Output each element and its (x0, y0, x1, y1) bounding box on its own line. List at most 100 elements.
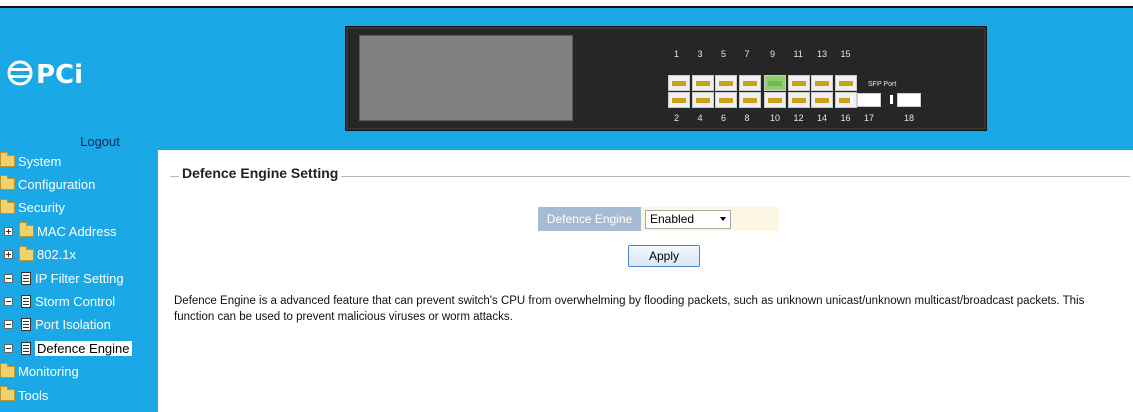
defence-engine-row: Defence Engine Enabled (538, 207, 779, 231)
port-1[interactable] (668, 75, 690, 91)
sidebar-item-security[interactable]: Security (0, 197, 65, 219)
sfp-port-label-18: 18 (904, 113, 915, 123)
bottom-port-label-6: 6 (721, 113, 727, 123)
bottom-port-label-4: 4 (697, 113, 703, 123)
sidebar-item-label: Defence Engine (35, 340, 132, 356)
port-led (719, 98, 733, 103)
sidebar-item-defence-engine[interactable]: Defence Engine (0, 337, 132, 359)
top-port-label-3: 3 (697, 49, 703, 59)
sidebar-item-label: System (18, 153, 62, 169)
dropdown-caret-icon (720, 217, 726, 221)
defence-engine-cell: Enabled (641, 207, 779, 231)
port-led (672, 81, 686, 86)
port-9[interactable] (764, 75, 786, 91)
sidebar-nav: System Configuration Security MAC Address 80… (0, 150, 158, 412)
port-led (768, 98, 782, 103)
folder-open-icon (0, 198, 15, 214)
port-led (719, 81, 733, 86)
sidebar-item-mac-address[interactable]: MAC Address (0, 220, 116, 242)
top-port-label-13: 13 (817, 49, 828, 59)
folder-icon (19, 245, 34, 261)
sidebar-item-label: Tools (18, 387, 49, 403)
bottom-port-label-16: 16 (840, 113, 851, 123)
port-10[interactable] (764, 92, 786, 108)
port-11[interactable] (787, 75, 810, 91)
sfp-port-17[interactable] (857, 93, 881, 107)
top-port-label-11: 11 (793, 49, 803, 59)
sidebar-item-configuration[interactable]: Configuration (0, 173, 95, 195)
sidebar-item-system[interactable]: System (0, 150, 61, 172)
defence-engine-value: Enabled (650, 212, 695, 226)
port-14[interactable] (811, 92, 833, 108)
collapse-minus-icon[interactable] (4, 343, 13, 353)
document-icon (21, 294, 31, 308)
port-led (742, 98, 757, 103)
sidebar-item-port-isolation[interactable]: Port Isolation (0, 314, 111, 336)
bottom-port-label-2: 2 (674, 113, 680, 123)
sfp-led (850, 95, 853, 104)
defence-engine-label: Defence Engine (538, 207, 641, 231)
port-8[interactable] (738, 92, 761, 108)
top-border (0, 0, 1133, 8)
sfp-port-18[interactable] (897, 93, 921, 107)
top-port-label-5: 5 (721, 49, 727, 59)
top-port-label-1: 1 (674, 49, 680, 59)
port-led (742, 81, 757, 86)
folder-icon (0, 362, 15, 378)
bottom-port-label-12: 12 (793, 113, 804, 123)
sfp-port-label: SFP Port (868, 81, 897, 88)
svg-text:PCi: PCi (36, 60, 83, 90)
sidebar-item-label: Port Isolation (35, 317, 111, 333)
apply-button[interactable]: Apply (628, 245, 700, 267)
sidebar-item-tools[interactable]: Tools (0, 384, 48, 406)
port-12[interactable] (787, 92, 810, 108)
port-led (768, 81, 782, 86)
main-content: Defence Engine Setting Defence Engine En… (158, 150, 1133, 412)
sidebar-item-storm-control[interactable]: Storm Control (0, 290, 115, 312)
port-led (695, 81, 710, 86)
pci-logo: PCi (6, 53, 116, 93)
port-15[interactable] (834, 75, 857, 91)
port-4[interactable] (691, 92, 714, 108)
folder-icon (0, 175, 15, 191)
port-led (815, 81, 829, 86)
port-7[interactable] (738, 75, 761, 91)
port-16[interactable] (834, 92, 857, 108)
collapse-minus-icon[interactable] (4, 320, 13, 330)
port-led (815, 98, 829, 103)
sidebar-item-label: 802.1x (37, 247, 77, 263)
sidebar-item-label: MAC Address (37, 223, 117, 239)
port-led (791, 98, 806, 103)
port-led (838, 81, 853, 86)
port-6[interactable] (715, 92, 737, 108)
port-2[interactable] (668, 92, 690, 108)
sidebar-item-label: Configuration (18, 176, 96, 192)
panel-display (359, 35, 573, 121)
sidebar-item-ip-filter-setting[interactable]: IP Filter Setting (0, 267, 124, 289)
defence-engine-select[interactable]: Enabled (645, 209, 731, 229)
top-port-label-7: 7 (744, 49, 750, 59)
port-3[interactable] (691, 75, 714, 91)
sidebar-item-label: Storm Control (35, 293, 116, 309)
logout-link[interactable]: Logout (60, 134, 140, 149)
sidebar-item-monitoring[interactable]: Monitoring (0, 361, 79, 383)
document-icon (21, 318, 31, 332)
sidebar-item-802-1x[interactable]: 802.1x (0, 244, 76, 266)
sidebar-item-label: Security (18, 200, 65, 216)
folder-icon (0, 152, 15, 167)
bottom-port-label-10: 10 (770, 113, 781, 123)
collapse-minus-icon[interactable] (4, 296, 13, 306)
folder-icon (0, 386, 15, 401)
switch-front-panel: SFP Port 1 3 5 7 9 11 13 15 2 4 6 8 10 12 14 16 17 18 (345, 26, 987, 131)
sidebar-item-label: IP Filter Setting (35, 270, 124, 286)
port-5[interactable] (715, 75, 737, 91)
description-text: Defence Engine is a advanced feature tha… (174, 295, 1085, 323)
collapse-minus-icon[interactable] (4, 273, 13, 283)
expand-plus-icon[interactable] (4, 250, 13, 260)
folder-icon (19, 222, 34, 238)
port-13[interactable] (811, 75, 833, 91)
top-port-label-15: 15 (840, 49, 851, 59)
expand-plus-icon[interactable] (4, 226, 13, 236)
sfp-port-label-17: 17 (864, 113, 875, 123)
bottom-port-label-8: 8 (744, 113, 750, 123)
